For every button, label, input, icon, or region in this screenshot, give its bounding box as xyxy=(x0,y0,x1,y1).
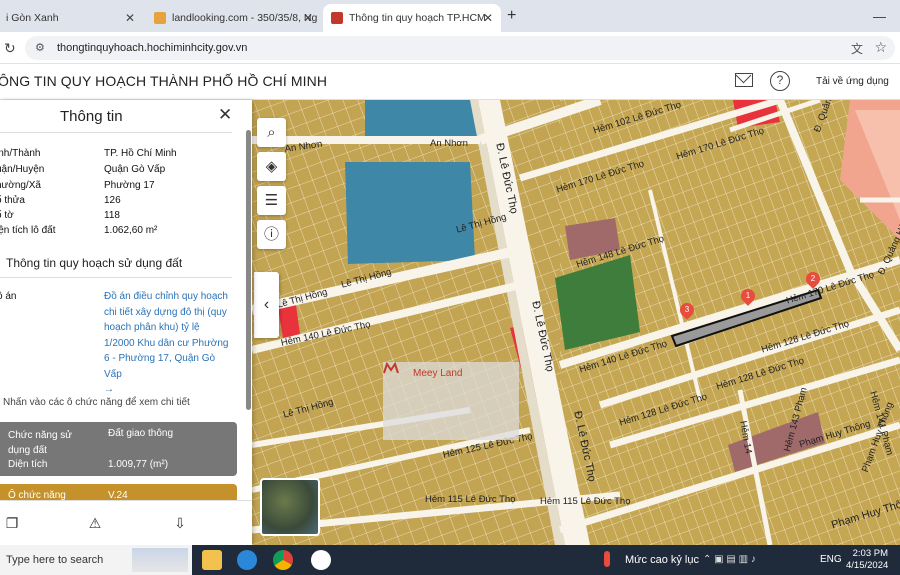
language-indicator[interactable]: ENG xyxy=(820,554,842,565)
mail-icon[interactable] xyxy=(735,73,753,87)
tab-label: landlooking.com - 350/35/8, Ng xyxy=(172,12,318,24)
function-cell-card[interactable]: Chức năng sử dụng đất Đất giao thông Diệ… xyxy=(0,422,237,476)
arrow-right-icon[interactable]: → xyxy=(104,382,232,398)
system-tray[interactable]: ⌃ ▣ ▤ ▥ ♪ xyxy=(703,554,756,565)
clock[interactable]: 2:03 PM 4/15/2024 xyxy=(846,548,888,572)
favicon-icon xyxy=(331,12,343,24)
parcel-marker[interactable]: 3 xyxy=(677,300,697,320)
info-button[interactable]: ⓘ xyxy=(257,220,286,249)
search-highlight-image xyxy=(132,548,188,572)
site-info-icon[interactable]: ⚙ xyxy=(35,41,45,54)
chrome-icon[interactable] xyxy=(273,550,293,570)
translate-icon[interactable]: 文 xyxy=(851,40,863,57)
page-title: ÔNG TIN QUY HOẠCH THÀNH PHỐ HỒ CHÍ MINH xyxy=(0,73,328,89)
info-panel: Thông tin ✕ ỉnh/Thành TP. Hồ Chí Minh uận… xyxy=(0,100,252,545)
close-icon[interactable]: ✕ xyxy=(483,11,493,25)
download-icon[interactable]: ⇩ xyxy=(172,515,188,531)
reload-icon[interactable]: ↻ xyxy=(4,40,16,57)
layers-icon: ◈ xyxy=(265,158,278,175)
legend-button[interactable]: ☰ xyxy=(257,186,286,215)
zalo-icon[interactable] xyxy=(311,550,331,570)
road-label: Hẻm 115 Lê Đức Thọ xyxy=(425,494,516,505)
favicon-icon xyxy=(154,12,166,24)
plan-link[interactable]: Đồ án điều chỉnh quy hoạch chi tiết xây … xyxy=(104,289,232,398)
site-header: ÔNG TIN QUY HOẠCH THÀNH PHỐ HỒ CHÍ MINH … xyxy=(0,64,900,100)
hint-text: Nhấn vào các ô chức năng để xem chi tiết xyxy=(3,397,190,408)
close-icon[interactable]: ✕ xyxy=(218,105,232,125)
parcel-marker[interactable]: 1 xyxy=(738,286,758,306)
copy-icon[interactable]: ❐ xyxy=(4,515,20,531)
url-field[interactable]: ⚙ thongtinquyhoach.hochiminhcity.gov.vn … xyxy=(25,36,895,60)
taskbar-search[interactable]: Type here to search xyxy=(0,545,192,575)
file-explorer-icon[interactable] xyxy=(202,550,222,570)
divider xyxy=(0,132,232,133)
road-label: Hẻm 115 Lê Đức Thọ xyxy=(540,496,631,507)
url-text: thongtinquyhoach.hochiminhcity.gov.vn xyxy=(57,42,248,54)
thermometer-icon xyxy=(604,551,610,567)
road-label: An Nhơn xyxy=(430,138,468,149)
close-icon[interactable]: ✕ xyxy=(303,11,313,25)
map-search-button[interactable]: ⌕ xyxy=(257,118,286,147)
meeyland-logo-icon xyxy=(383,362,399,374)
info-icon: ⓘ xyxy=(263,226,279,243)
search-placeholder: Type here to search xyxy=(6,554,104,566)
watermark: Meey Land xyxy=(383,362,519,440)
browser-tab[interactable]: i Gòn Xanh ✕ xyxy=(0,4,143,32)
download-app-link[interactable]: Tải về ứng dụng xyxy=(816,76,889,87)
search-icon: ⌕ xyxy=(267,124,276,141)
parcel-marker[interactable]: 2 xyxy=(803,269,823,289)
browser-tab-active[interactable]: Thông tin quy hoạch TP.HCM ✕ xyxy=(323,4,501,32)
panel-title: Thông tin xyxy=(60,108,123,125)
chevron-left-icon: ‹ xyxy=(263,296,270,313)
tab-label: Thông tin quy hoạch TP.HCM xyxy=(349,12,486,24)
warning-icon[interactable]: ⚠ xyxy=(87,515,103,531)
bookmark-star-icon[interactable]: ☆ xyxy=(874,39,887,56)
windows-taskbar: Type here to search Mức cao kỷ lục ⌃ ▣ ▤… xyxy=(0,545,900,575)
browser-tab-strip: i Gòn Xanh ✕ landlooking.com - 350/35/8,… xyxy=(0,0,900,32)
edge-icon[interactable] xyxy=(237,550,257,570)
help-icon[interactable]: ? xyxy=(770,71,790,91)
address-bar: ↻ ⚙ thongtinquyhoach.hochiminhcity.gov.v… xyxy=(0,32,900,64)
watermark-text: Meey Land xyxy=(413,368,463,379)
weather-text[interactable]: Mức cao kỷ lục xyxy=(625,554,699,566)
scrollbar[interactable] xyxy=(246,130,251,410)
browser-tab[interactable]: landlooking.com - 350/35/8, Ng ✕ xyxy=(146,4,321,32)
basemap-toggle[interactable] xyxy=(260,478,320,536)
tab-label: i Gòn Xanh xyxy=(6,12,59,24)
panel-toolbar: ❐ ⚠ ⇩ xyxy=(0,500,252,545)
minimize-icon[interactable]: — xyxy=(873,9,886,24)
new-tab-icon[interactable]: + xyxy=(507,7,516,25)
list-icon: ☰ xyxy=(264,192,279,209)
layers-button[interactable]: ◈ xyxy=(257,152,286,181)
section-title: Thông tin quy hoạch sử dụng đất xyxy=(6,256,183,270)
close-icon[interactable]: ✕ xyxy=(125,11,135,25)
plan-label: ồ án xyxy=(0,291,17,302)
window-controls: — xyxy=(873,0,900,32)
collapse-panel-button[interactable]: ‹ xyxy=(254,272,279,338)
divider xyxy=(0,277,232,278)
